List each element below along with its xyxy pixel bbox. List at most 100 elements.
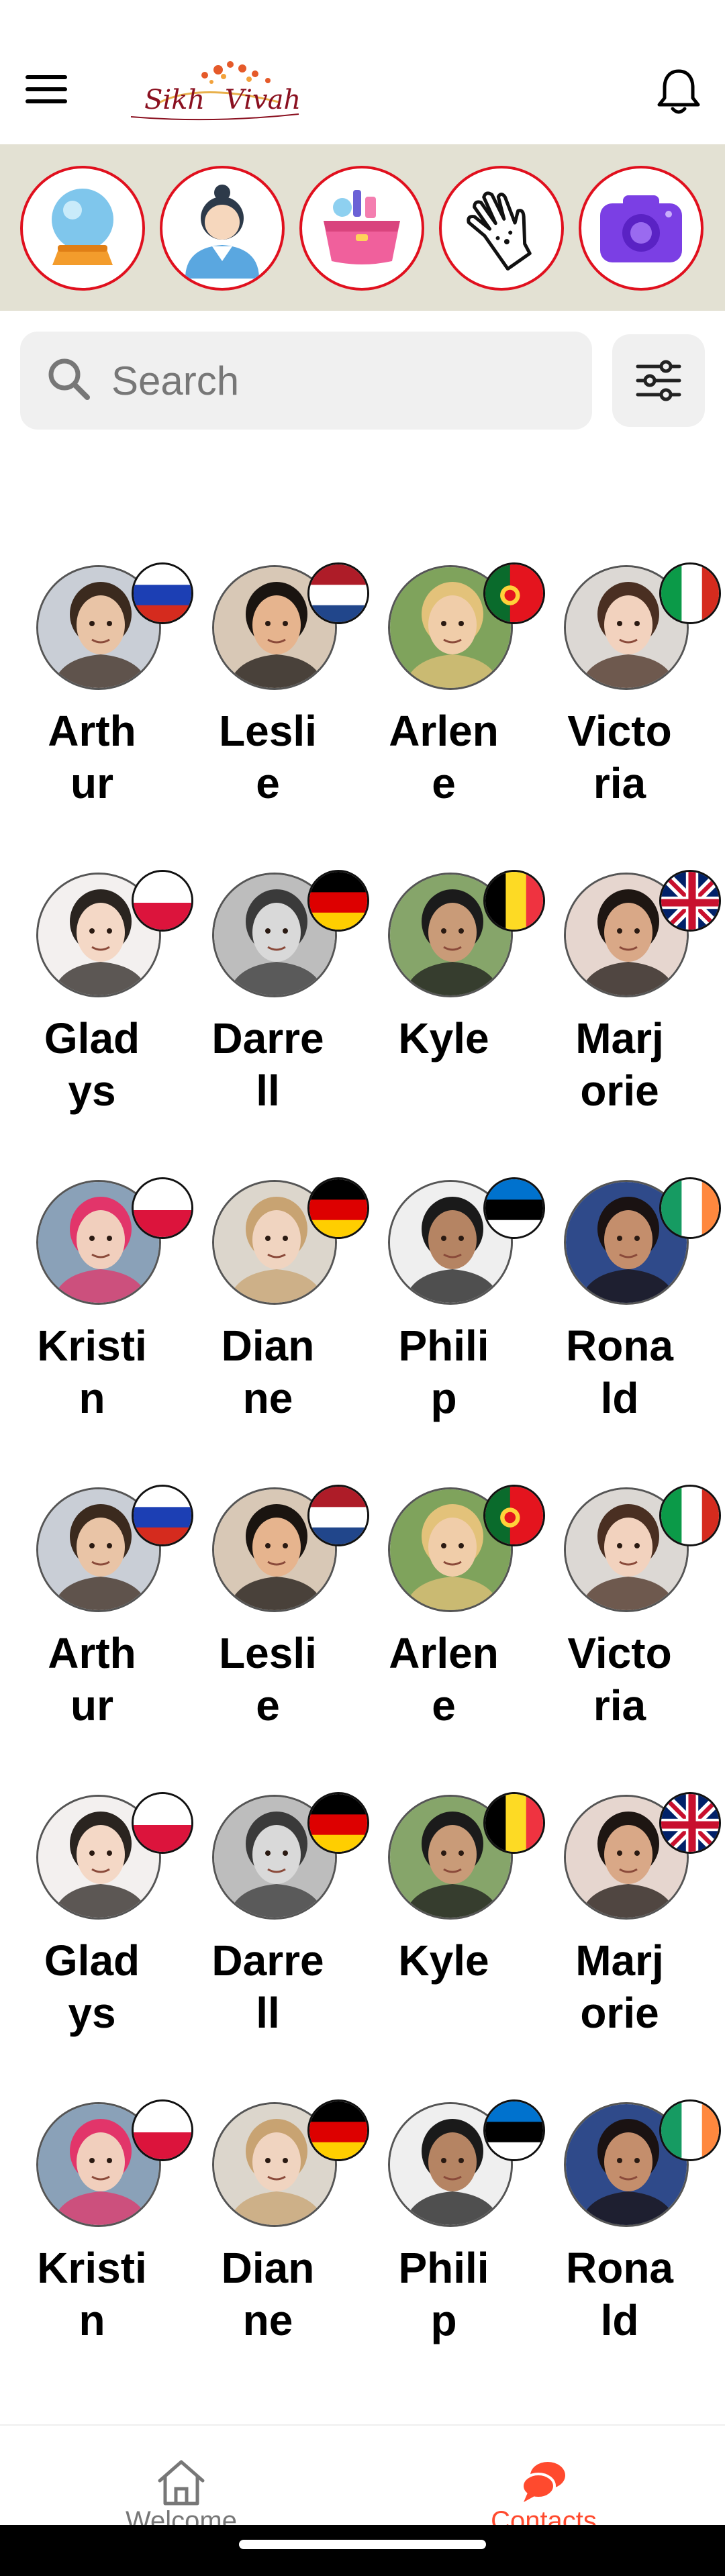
chat-bubbles-icon [521,2462,565,2502]
contact-name-line: ys [68,1989,116,2037]
contact-name: Arth ur [15,705,169,809]
contact-name-line: n [79,1374,105,1422]
search-icon [48,358,90,400]
contact-name: Phili p [367,1320,521,1424]
contact-name-line: Marj [575,1014,664,1062]
contact-card[interactable]: Glad ys [7,1773,193,2055]
contact-card[interactable]: Kristi n [7,1158,193,1440]
contact-name-line: Phili [398,2244,489,2292]
contact-name-line: Rona [566,2244,673,2292]
contact-name-line: ne [242,1374,293,1422]
contact-name: Rona ld [542,2242,697,2346]
home-icon [158,2460,205,2506]
system-home-area [0,2525,725,2576]
contact-card[interactable]: Victo ria [534,544,721,826]
contact-name: Arlen e [367,1627,521,1732]
app-header: Sikh Vivah [0,0,725,144]
contact-name: Darre ll [191,1934,345,2039]
contact-card[interactable]: Kristi n [7,2081,193,2363]
notification-bell-icon[interactable] [657,67,701,115]
contact-name-line: p [430,2296,457,2344]
contact-name: Phili p [367,2242,521,2346]
woman-assistant-icon[interactable] [160,166,285,291]
contact-card[interactable]: Rona ld [534,2081,721,2363]
menu-icon[interactable] [26,75,67,107]
contact-name: Arlen e [367,705,521,809]
camera-icon[interactable] [579,166,704,291]
contact-card[interactable]: Arth ur [7,544,193,826]
flag-italy-icon [659,1485,721,1546]
contact-name-line: e [432,1681,456,1730]
contact-card[interactable]: Glad ys [7,851,193,1133]
contact-name: Marj orie [542,1934,697,2039]
contact-name: Kyle [367,1934,521,2039]
contact-card[interactable]: Marj orie [534,1773,721,2055]
contact-name-line: e [432,759,456,807]
contact-name-line: ur [70,759,113,807]
contact-name: Kristi n [15,2242,169,2346]
nav-welcome[interactable]: Welcome [0,2426,362,2536]
contact-name-line: Phili [398,1322,489,1370]
contact-name-line: Arlen [389,1629,499,1677]
flag-uk-icon [659,870,721,932]
contact-card[interactable]: Kyle [358,851,545,1133]
contact-name: Lesli e [191,705,345,809]
contact-card[interactable]: Darre ll [183,851,369,1133]
contact-name-line: Marj [575,1936,664,1985]
contact-card[interactable]: Arlen e [358,544,545,826]
crystal-ball-icon[interactable] [20,166,145,291]
filter-sliders-icon [636,360,681,401]
contact-card[interactable]: Arth ur [7,1466,193,1748]
contact-name-line: Arth [48,1629,136,1677]
contact-name-line: ld [600,2296,639,2344]
contact-name-line: Glad [44,1014,140,1062]
contact-name-line: e [256,759,280,807]
contact-card[interactable]: Kyle [358,1773,545,2055]
contact-name: Kristi n [15,1320,169,1424]
contact-name-line: e [256,1681,280,1730]
contact-card[interactable]: Lesli e [183,1466,369,1748]
contact-card[interactable]: Phili p [358,2081,545,2363]
makeup-bag-icon[interactable] [299,166,424,291]
contact-card[interactable]: Phili p [358,1158,545,1440]
contact-name-line: Arth [48,707,136,755]
contact-name-line: Darre [211,1014,324,1062]
flag-italy-icon [659,562,721,624]
contact-name-line: Victo [567,1629,672,1677]
contact-name-line: Dian [221,2244,315,2292]
home-indicator[interactable] [239,2540,486,2549]
nav-contacts[interactable]: Contacts [362,2426,725,2536]
contact-card[interactable]: Lesli e [183,544,369,826]
contact-card[interactable]: Arlen e [358,1466,545,1748]
contact-name-line: ld [600,1374,639,1422]
contact-name-line: Glad [44,1936,140,1985]
contact-name-line: orie [580,1067,659,1115]
contact-name: Glad ys [15,1012,169,1117]
contact-card[interactable]: Dian ne [183,1158,369,1440]
contact-name-line: n [79,2296,105,2344]
bottom-navigation: Welcome Contacts [0,2424,725,2536]
search-input[interactable] [111,350,568,411]
contact-name-line [367,1987,521,2039]
contact-card[interactable]: Darre ll [183,1773,369,2055]
contact-card[interactable]: Rona ld [534,1158,721,1440]
contact-name: Dian ne [191,2242,345,2346]
contact-name-line: Dian [221,1322,315,1370]
contact-name-line: ys [68,1067,116,1115]
contact-card[interactable]: Marj orie [534,851,721,1133]
contact-card[interactable]: Dian ne [183,2081,369,2363]
palm-hand-icon[interactable] [439,166,564,291]
contact-name-line: Victo [567,707,672,755]
svg-text:Sikh: Sikh [144,85,205,115]
contact-name: Lesli e [191,1627,345,1732]
filter-button[interactable] [612,334,705,427]
contact-name-line: ll [256,1067,280,1115]
search-bar[interactable] [20,332,592,430]
contact-name-line: ll [256,1989,280,2037]
contact-name-line: Kyle [398,1014,489,1062]
contact-name: Victo ria [542,705,697,809]
contact-card[interactable]: Victo ria [534,1466,721,1748]
flag-uk-icon [659,1792,721,1854]
app-logo: Sikh Vivah [117,55,312,129]
contact-name-line: ria [593,759,646,807]
